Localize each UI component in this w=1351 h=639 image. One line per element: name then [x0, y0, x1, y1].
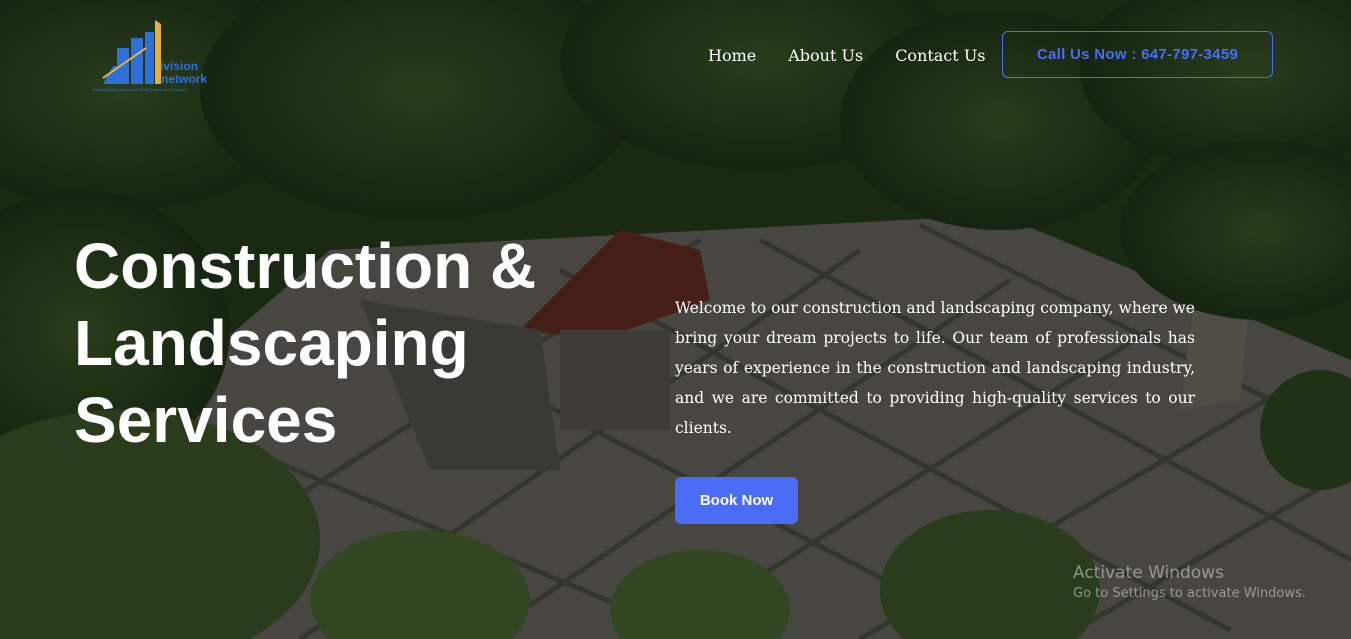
windows-activation-watermark: Activate Windows Go to Settings to activ… [1073, 562, 1306, 604]
activation-subtitle: Go to Settings to activate Windows. [1073, 586, 1306, 601]
hero-intro-text: Welcome to our construction and landscap… [675, 299, 1195, 437]
hero-title: Construction & Landscaping Services [74, 230, 537, 456]
logo-wordmark-line1: ivision [160, 59, 199, 73]
logo-wordmark-line2: network [161, 72, 208, 86]
main-nav: Home About Us Contact Us [708, 46, 1018, 65]
book-now-button[interactable]: Book Now [675, 477, 798, 524]
nav-link-contact-us[interactable]: Contact Us [895, 46, 985, 65]
site-logo[interactable]: ivision network Building Bright Ideas an… [93, 18, 243, 96]
logo-tagline: Building Bright Ideas and Better Future … [93, 87, 186, 92]
nav-link-home[interactable]: Home [708, 46, 756, 65]
hero-section: ivision network Building Bright Ideas an… [0, 0, 1351, 639]
nav-link-about-us[interactable]: About Us [788, 46, 863, 65]
call-us-button[interactable]: Call Us Now : 647-797-3459 [1002, 31, 1273, 78]
activation-title: Activate Windows [1073, 563, 1224, 583]
